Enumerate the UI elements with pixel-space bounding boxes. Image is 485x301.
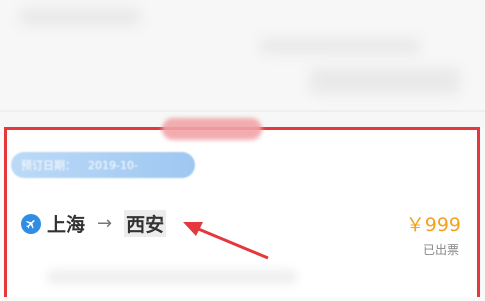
order-price: ￥999 <box>405 214 461 236</box>
annotation-highlight <box>162 118 262 140</box>
departure-city: 上海 <box>47 214 86 236</box>
order-card[interactable]: 预订日期： 2019-10- 上海 → 西安 ￥999 已出票 <box>4 127 480 297</box>
blurred-text <box>260 38 420 54</box>
flight-route: 上海 → 西安 <box>21 210 167 237</box>
booking-date-value: 2019-10- <box>88 158 138 172</box>
airplane-icon <box>21 213 41 234</box>
booking-date-label: 预订日期： <box>21 159 76 172</box>
blurred-header-area <box>0 0 485 128</box>
blurred-text <box>20 8 140 26</box>
divider <box>0 110 485 112</box>
blurred-text <box>310 68 460 94</box>
ticket-status: 已出票 <box>422 243 459 257</box>
booking-date-badge: 预订日期： 2019-10- <box>11 152 195 178</box>
blurred-text <box>47 270 297 284</box>
route-arrow-icon: → <box>97 213 113 234</box>
arrival-city: 西安 <box>124 210 167 237</box>
order-list-page: 预订日期： 2019-10- 上海 → 西安 ￥999 已出票 <box>0 0 485 301</box>
